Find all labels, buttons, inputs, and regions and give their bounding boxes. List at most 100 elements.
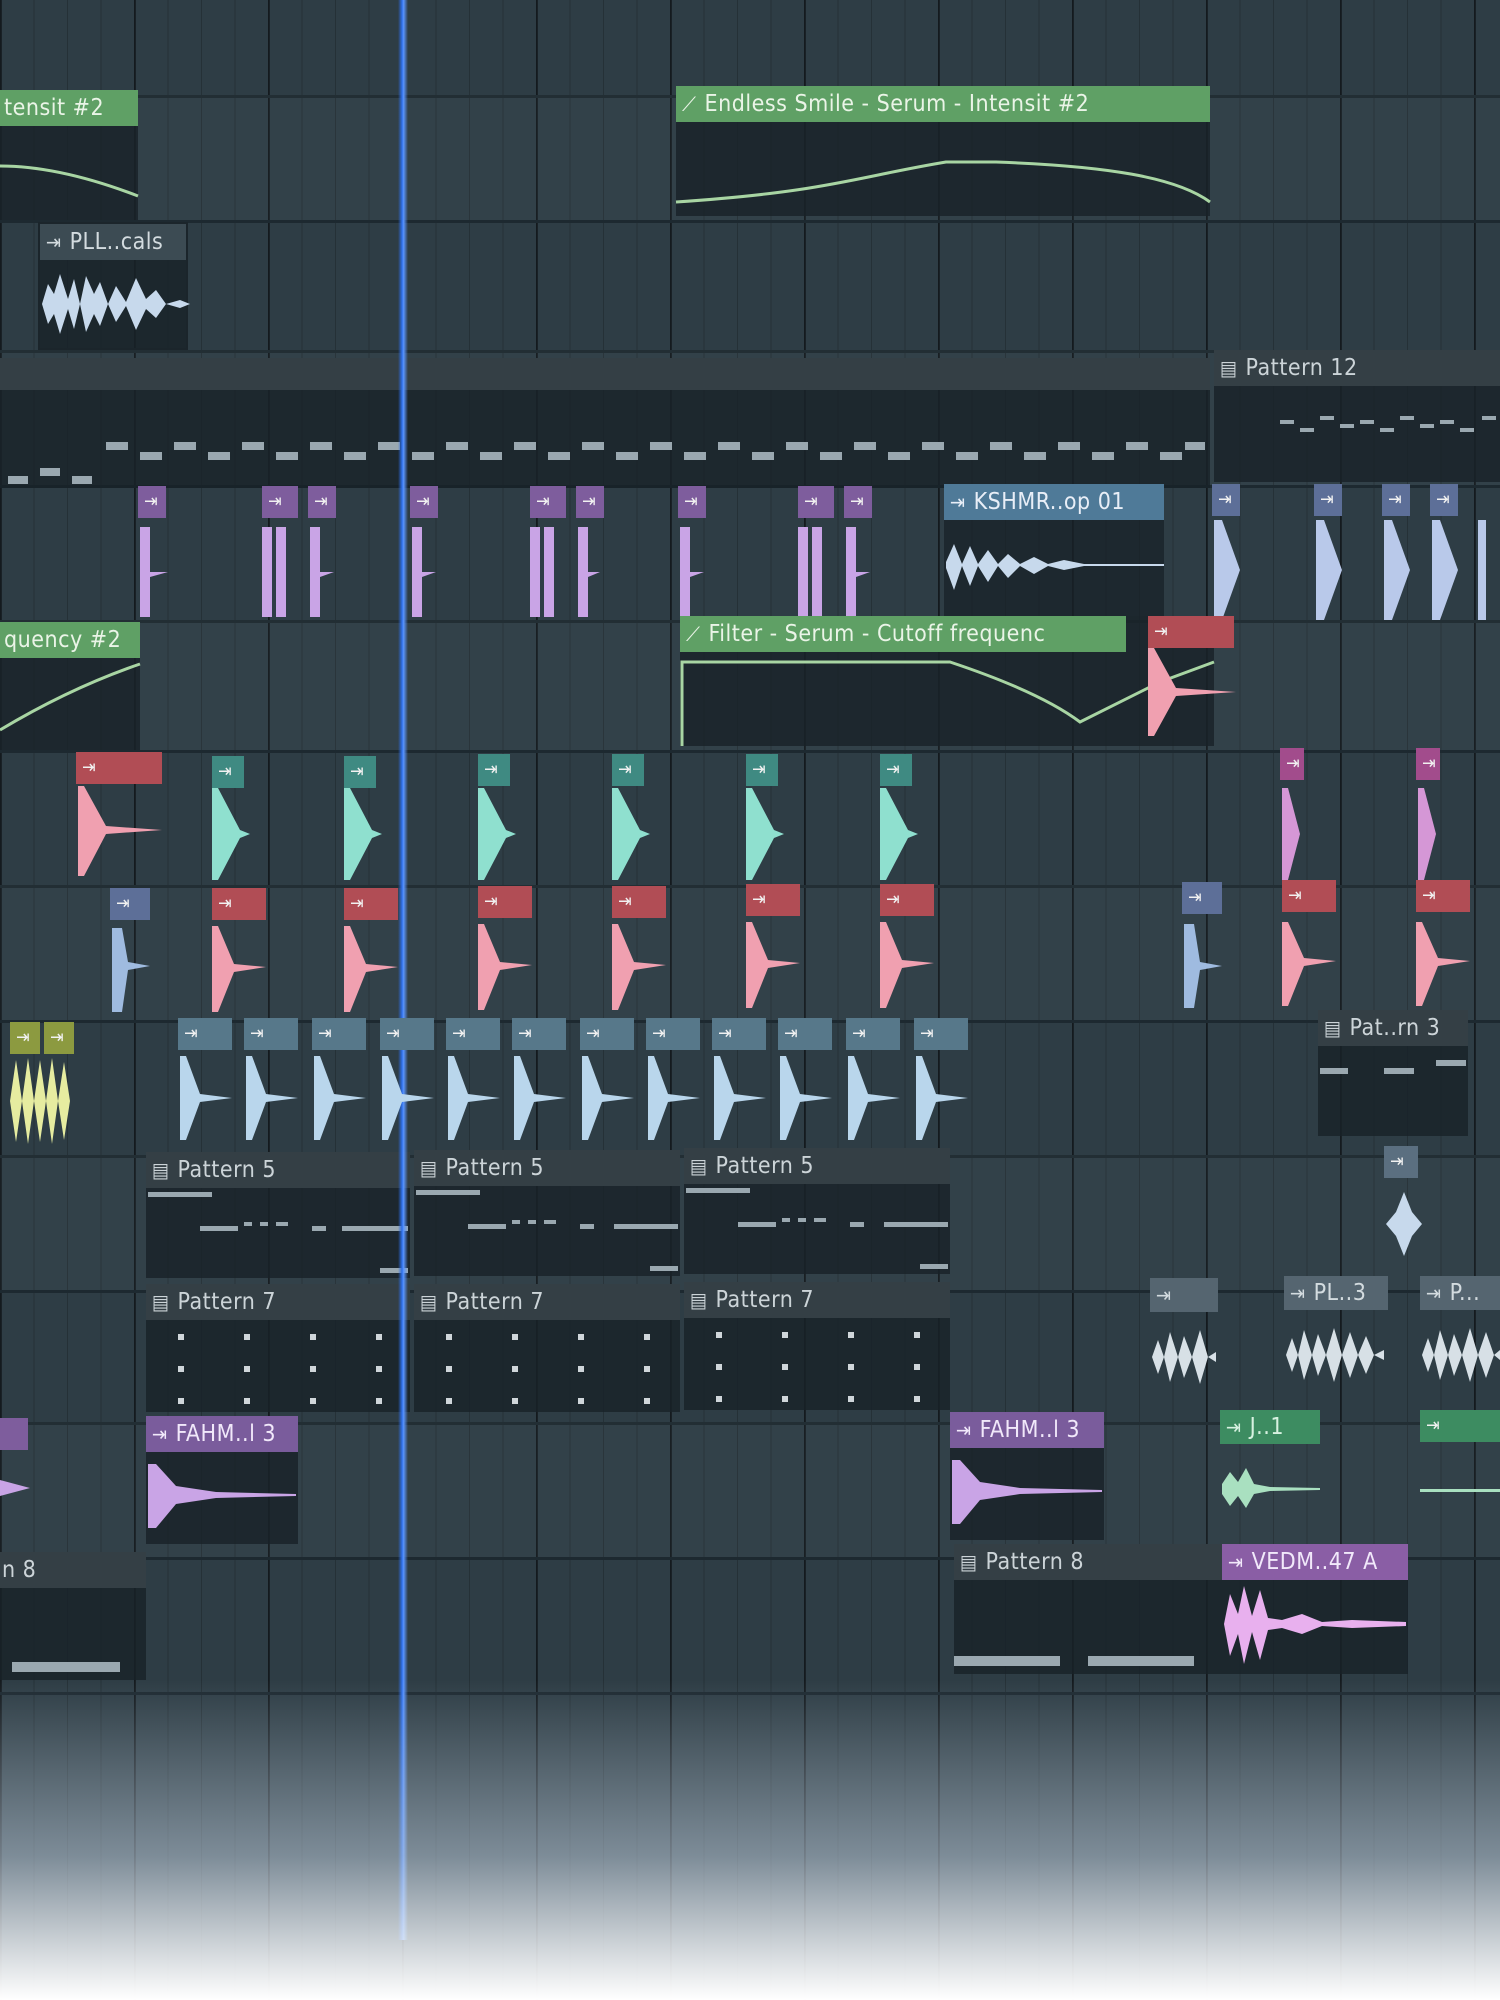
- audio-clip-tag[interactable]: ⇥: [478, 886, 532, 918]
- waveform: [448, 1056, 500, 1140]
- automation-clip-frequency-left[interactable]: quency #2: [0, 622, 141, 750]
- playhead[interactable]: [398, 0, 408, 1940]
- audio-clip-tag[interactable]: ⇥: [478, 754, 510, 786]
- pattern-clip-pattern-7-2[interactable]: ▤ Pattern 7: [414, 1284, 680, 1412]
- automation-clip-filter[interactable]: ⟋ Filter - Serum - Cutoff frequenc: [680, 616, 1215, 746]
- pattern-notes: [954, 1656, 1194, 1666]
- audio-clip-tag[interactable]: ⇥: [612, 754, 644, 786]
- audio-clip-j1[interactable]: ⇥ J..1: [1220, 1410, 1320, 1538]
- waveform: [1422, 1328, 1500, 1382]
- audio-clip-tag[interactable]: ⇥: [212, 888, 266, 920]
- audio-clip-tag[interactable]: ⇥: [76, 752, 162, 784]
- audio-clip-tag[interactable]: ⇥: [880, 884, 934, 916]
- waveform: [246, 1056, 298, 1140]
- audio-clip-tag[interactable]: ⇥: [1212, 484, 1240, 516]
- audio-clip-tag[interactable]: ⇥: [612, 886, 666, 918]
- audio-clip-fahm-left[interactable]: ⇥ FAHM..l 3: [146, 1416, 298, 1544]
- audio-clip-tag[interactable]: ⇥: [530, 486, 566, 518]
- audio-clip-tag[interactable]: ⇥: [312, 1018, 366, 1050]
- pattern-clip-icon: ▤: [152, 1290, 170, 1314]
- audio-clip-tag[interactable]: ⇥: [1416, 748, 1440, 780]
- audio-clip-fahm-right[interactable]: ⇥ FAHM..l 3: [950, 1412, 1104, 1540]
- audio-clip-tag[interactable]: ⇥: [1416, 880, 1470, 912]
- pattern-clip-pattern-12[interactable]: ▤ Pattern 12: [1214, 350, 1500, 482]
- audio-clip-tag[interactable]: ⇥: [798, 486, 834, 518]
- audio-clip-tag[interactable]: ⇥: [1148, 616, 1234, 648]
- pattern-clip-icon: ▤: [420, 1156, 438, 1180]
- clip-label: Pattern 7: [445, 1289, 545, 1315]
- audio-clip-tag[interactable]: ⇥: [844, 486, 872, 518]
- audio-clip-vedm[interactable]: ⇥ VEDM..47 A: [1222, 1544, 1408, 1674]
- audio-clip-tag[interactable]: ⇥: [1282, 880, 1336, 912]
- audio-clip-tag[interactable]: ⇥: [262, 486, 298, 518]
- audio-clip-tag[interactable]: ⇥: [1430, 484, 1458, 516]
- pattern-clip-pattern-3[interactable]: ▤ Pat..rn 3: [1318, 1010, 1468, 1136]
- audio-clip-tag[interactable]: ⇥: [678, 486, 706, 518]
- audio-clip-tag[interactable]: ⇥: [410, 486, 438, 518]
- audio-clip-icon: ⇥: [1426, 1281, 1442, 1305]
- audio-clip-pl3[interactable]: ⇥ PL..3: [1284, 1276, 1388, 1404]
- audio-clip-tag[interactable]: ⇥: [746, 754, 778, 786]
- audio-clip-tag[interactable]: [0, 1418, 28, 1450]
- pattern-notes: [8, 442, 1205, 484]
- automation-curve: [680, 660, 1215, 746]
- pattern-clip-pattern-5-2[interactable]: ▤ Pattern 5: [414, 1150, 680, 1276]
- audio-clip-tag[interactable]: ⇥: [308, 486, 336, 518]
- audio-clip-tag[interactable]: ⇥: [1314, 484, 1342, 516]
- audio-clip-tag[interactable]: ⇥: [138, 486, 166, 518]
- clip-label: PLL..cals: [69, 229, 164, 255]
- clip-label: FAHM..l 3: [979, 1417, 1081, 1443]
- audio-clip-tag[interactable]: ⇥: [178, 1018, 232, 1050]
- track-lane-3[interactable]: [0, 220, 1500, 353]
- audio-clip-tag[interactable]: ⇥: [446, 1018, 500, 1050]
- audio-clip-tag[interactable]: ⇥: [1420, 1410, 1500, 1442]
- audio-clip-tag[interactable]: ⇥: [880, 754, 912, 786]
- audio-clip-p[interactable]: ⇥ P...: [1420, 1276, 1500, 1404]
- track-lane-1[interactable]: [0, 0, 1500, 98]
- audio-clip-tag[interactable]: ⇥: [914, 1018, 968, 1050]
- waveform: [714, 1056, 766, 1140]
- automation-clip-endless-smile[interactable]: ⟋ Endless Smile - Serum - Intensit #2: [675, 86, 1211, 216]
- pattern-clip-pattern-5-1[interactable]: ▤ Pattern 5: [146, 1152, 410, 1278]
- pattern-notes: [446, 1334, 650, 1404]
- audio-clip-tag[interactable]: ⇥: [244, 1018, 298, 1050]
- clip-label: Pattern 8: [985, 1549, 1085, 1575]
- audio-clip-tag[interactable]: ⇥: [712, 1018, 766, 1050]
- audio-clip-tag[interactable]: ⇥: [846, 1018, 900, 1050]
- audio-clip-tag[interactable]: ⇥: [10, 1022, 40, 1054]
- pattern-notes: [12, 1662, 120, 1672]
- pattern-clip-pattern-7-1[interactable]: ▤ Pattern 7: [146, 1284, 410, 1412]
- pattern-clip-strip[interactable]: [0, 358, 1210, 488]
- automation-curve: [0, 662, 141, 732]
- waveform: [848, 1056, 900, 1140]
- audio-clip-tag[interactable]: ⇥: [110, 888, 150, 920]
- audio-clip-tag[interactable]: ⇥: [44, 1022, 74, 1054]
- audio-clip-tag[interactable]: ⇥: [344, 756, 376, 788]
- pattern-clip-pattern-5-3[interactable]: ▤ Pattern 5: [684, 1148, 950, 1274]
- waveform: [582, 1056, 634, 1140]
- pattern-clip-icon: ▤: [420, 1290, 438, 1314]
- audio-clip-tag[interactable]: ⇥: [512, 1018, 566, 1050]
- pattern-clip-icon: ▤: [152, 1158, 170, 1182]
- automation-curve: [675, 160, 1211, 204]
- audio-clip-tag[interactable]: ⇥: [344, 888, 398, 920]
- audio-clip-tag[interactable]: ⇥: [1182, 882, 1222, 914]
- pattern-clip-pattern-8[interactable]: ▤ Pattern 8: [954, 1544, 1222, 1674]
- audio-clip-tag[interactable]: ⇥: [380, 1018, 434, 1050]
- audio-clip-tag[interactable]: ⇥: [212, 756, 244, 788]
- pattern-clip-pattern-7-3[interactable]: ▤ Pattern 7: [684, 1282, 950, 1410]
- clip-label: tensit #2: [4, 95, 105, 121]
- audio-clip-gray-1[interactable]: ⇥: [1150, 1278, 1218, 1404]
- automation-clip-intensit-left[interactable]: tensit #2: [0, 90, 139, 220]
- audio-clip-tag[interactable]: ⇥: [580, 1018, 634, 1050]
- pattern-clip-pattern-8-left[interactable]: n 8: [0, 1552, 146, 1680]
- audio-clip-tag[interactable]: ⇥: [1384, 1146, 1418, 1178]
- audio-clip-tag[interactable]: ⇥: [778, 1018, 832, 1050]
- audio-clip-tag[interactable]: ⇥: [1382, 484, 1410, 516]
- clip-label: PL..3: [1313, 1280, 1367, 1306]
- audio-clip-tag[interactable]: ⇥: [576, 486, 604, 518]
- audio-clip-tag[interactable]: ⇥: [1280, 748, 1304, 780]
- audio-clip-pll-cals[interactable]: ⇥ PLL..cals: [38, 222, 190, 350]
- audio-clip-tag[interactable]: ⇥: [746, 884, 800, 916]
- audio-clip-tag[interactable]: ⇥: [646, 1018, 700, 1050]
